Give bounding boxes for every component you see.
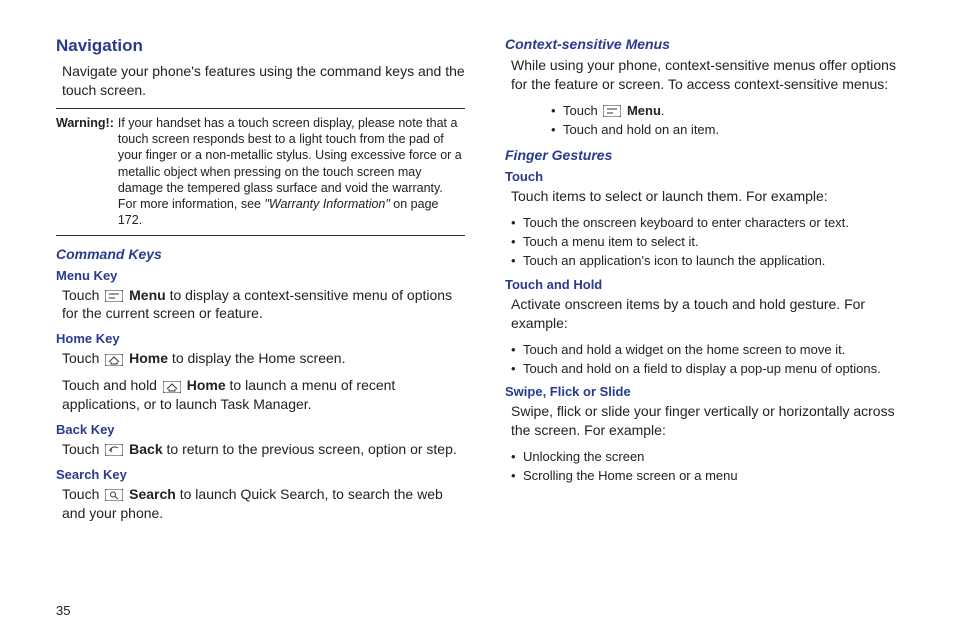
context-menus-heading: Context-sensitive Menus xyxy=(505,36,914,52)
swipe-bullets: Unlocking the screen Scrolling the Home … xyxy=(511,448,914,486)
list-item: Touch and hold on an item. xyxy=(551,121,914,140)
list-item: Touch and hold on a field to display a p… xyxy=(511,360,914,379)
page: Navigation Navigate your phone's feature… xyxy=(0,0,954,636)
warning-text: If your handset has a touch screen displ… xyxy=(118,115,465,229)
back-key-text: Touch Back to return to the previous scr… xyxy=(62,440,465,459)
list-item: Touch a menu item to select it. xyxy=(511,233,914,252)
home-key-text-2: Touch and hold Home to launch a menu of … xyxy=(62,376,465,414)
command-keys-heading: Command Keys xyxy=(56,246,465,262)
swipe-intro: Swipe, flick or slide your finger vertic… xyxy=(511,402,914,440)
context-menus-intro: While using your phone, context-sensitiv… xyxy=(511,56,914,94)
swipe-heading: Swipe, Flick or Slide xyxy=(505,384,914,399)
section-title: Navigation xyxy=(56,36,465,56)
touch-hold-heading: Touch and Hold xyxy=(505,277,914,292)
back-key-heading: Back Key xyxy=(56,422,465,437)
touch-hold-bullets: Touch and hold a widget on the home scre… xyxy=(511,341,914,379)
list-item: Touch the onscreen keyboard to enter cha… xyxy=(511,214,914,233)
home-key-heading: Home Key xyxy=(56,331,465,346)
intro-text: Navigate your phone's features using the… xyxy=(62,62,465,100)
finger-gestures-heading: Finger Gestures xyxy=(505,147,914,163)
search-icon xyxy=(105,489,123,501)
touch-heading: Touch xyxy=(505,169,914,184)
menu-key-heading: Menu Key xyxy=(56,268,465,283)
touch-bullets: Touch the onscreen keyboard to enter cha… xyxy=(511,214,914,271)
home-icon xyxy=(105,354,123,366)
list-item: Touch and hold a widget on the home scre… xyxy=(511,341,914,360)
menu-icon xyxy=(105,290,123,302)
menu-icon xyxy=(603,105,621,117)
back-icon xyxy=(105,444,123,456)
context-menus-bullets: Touch Menu. Touch and hold on an item. xyxy=(551,102,914,140)
list-item: Touch an application's icon to launch th… xyxy=(511,252,914,271)
search-key-heading: Search Key xyxy=(56,467,465,482)
home-icon xyxy=(163,381,181,393)
list-item: Unlocking the screen xyxy=(511,448,914,467)
right-column: Context-sensitive Menus While using your… xyxy=(505,36,914,626)
touch-intro: Touch items to select or launch them. Fo… xyxy=(511,187,914,206)
warning-block: Warning!: If your handset has a touch sc… xyxy=(56,108,465,236)
warning-label: Warning!: xyxy=(56,115,114,229)
menu-key-text: Touch Menu to display a context-sensitiv… xyxy=(62,286,465,324)
search-key-text: Touch Search to launch Quick Search, to … xyxy=(62,485,465,523)
touch-hold-intro: Activate onscreen items by a touch and h… xyxy=(511,295,914,333)
left-column: Navigation Navigate your phone's feature… xyxy=(56,36,465,626)
page-number: 35 xyxy=(56,603,70,618)
list-item: Touch Menu. xyxy=(551,102,914,121)
home-key-text-1: Touch Home to display the Home screen. xyxy=(62,349,465,368)
list-item: Scrolling the Home screen or a menu xyxy=(511,467,914,486)
